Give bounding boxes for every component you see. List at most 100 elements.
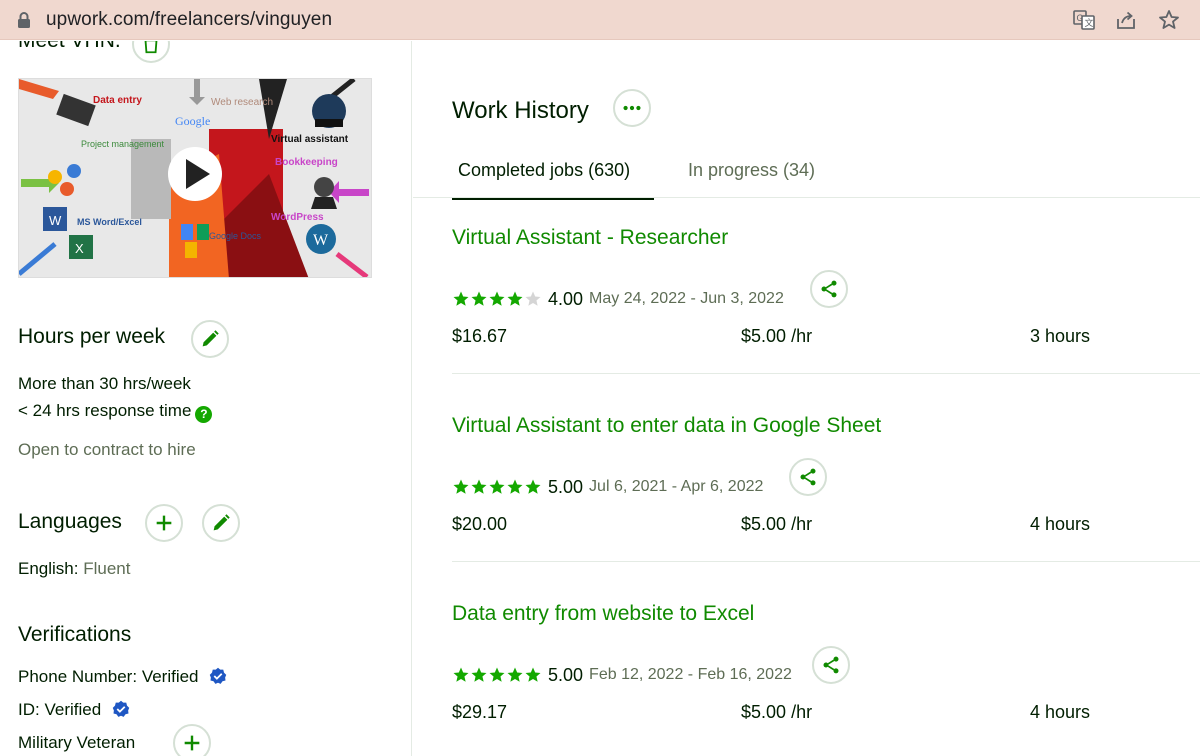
star-icon — [453, 291, 469, 306]
profile-sidebar: Meet VHN. W W — [0, 41, 412, 756]
job-title-link[interactable]: Data entry from website to Excel — [452, 602, 754, 626]
hours-section-title: Hours per week — [18, 325, 166, 348]
star-icon — [489, 291, 505, 306]
job-divider — [452, 561, 1200, 562]
job-title-link[interactable]: Virtual Assistant to enter data in Googl… — [452, 414, 881, 438]
id-verification-row: ID: Verified — [18, 700, 130, 720]
job-rate-unit: /hr — [791, 326, 813, 346]
url-text[interactable]: upwork.com/freelancers/vinguyen — [46, 9, 332, 31]
job-meta: 4.00 May 24, 2022 - Jun 3, 2022 — [452, 288, 784, 310]
video-label-google: Google — [175, 114, 210, 128]
edit-pencil-icon — [202, 330, 219, 347]
video-label-virtual-assistant: Virtual assistant — [271, 134, 349, 145]
star-icon — [471, 291, 487, 306]
job-earned: $29.17 — [452, 702, 508, 722]
job-rating-value: 5.00 — [548, 476, 584, 497]
star-icon — [453, 479, 469, 494]
job-meta: 5.00 Jul 6, 2021 - Apr 6, 2022 — [452, 476, 763, 498]
svg-text:文: 文 — [1085, 17, 1094, 28]
tab-completed-jobs[interactable]: Completed jobs (630) — [458, 160, 630, 181]
intro-video-thumbnail[interactable]: W W X Data entry Web research Google Pro… — [18, 78, 372, 278]
edit-languages-button[interactable] — [202, 504, 240, 542]
video-illustration: W W X Data entry Web research Google Pro… — [19, 79, 371, 277]
languages-section-title: Languages — [18, 510, 122, 533]
language-level: Fluent — [83, 559, 131, 578]
svg-text:W: W — [313, 232, 329, 249]
star-icon — [507, 479, 523, 494]
help-icon[interactable]: ? — [195, 406, 213, 423]
job-rate-amount: $5.00 — [741, 702, 787, 722]
response-time-row: < 24 hrs response time? — [18, 401, 213, 423]
id-value: Verified — [44, 700, 102, 719]
phone-label: Phone Number: — [18, 667, 138, 686]
job-dates: May 24, 2022 - Jun 3, 2022 — [589, 290, 784, 307]
video-label-wordpress: WordPress — [271, 212, 324, 223]
svg-text:W: W — [49, 213, 62, 228]
lock-icon — [18, 12, 30, 28]
star-icon — [489, 479, 505, 494]
job-rate-unit: /hr — [791, 514, 813, 534]
job-hours: 4 hours — [1030, 514, 1091, 534]
video-label-web-research: Web research — [211, 97, 273, 108]
star-icon — [507, 667, 523, 682]
language-name: English: — [18, 559, 79, 578]
bookmark-star-icon[interactable] — [1157, 8, 1181, 32]
video-label-project-management: Project management — [81, 139, 165, 149]
work-history-more-button[interactable] — [613, 89, 651, 127]
availability-text: More than 30 hrs/week — [18, 374, 191, 393]
star-icon — [453, 667, 469, 682]
star-icon — [525, 291, 541, 306]
share-page-icon[interactable] — [1114, 8, 1138, 32]
job-meta: 5.00 Feb 12, 2022 - Feb 16, 2022 — [452, 664, 792, 686]
phone-verification-row: Phone Number: Verified — [18, 667, 227, 687]
job-share-button[interactable] — [810, 270, 848, 308]
job-share-button[interactable] — [789, 458, 827, 496]
video-label-data-entry: Data entry — [93, 95, 142, 106]
more-options-icon — [623, 105, 641, 111]
job-rate-amount: $5.00 — [741, 514, 787, 534]
video-label-google-docs: Google Docs — [209, 231, 262, 241]
video-section-title: Meet VHN. — [18, 41, 121, 53]
edit-hours-button[interactable] — [191, 320, 229, 358]
star-icon — [525, 479, 541, 494]
share-icon — [821, 280, 837, 298]
phone-value: Verified — [141, 667, 199, 686]
tab-in-progress[interactable]: In progress (34) — [688, 160, 815, 181]
plus-icon — [184, 735, 200, 751]
job-rate-unit: /hr — [791, 702, 813, 722]
translate-icon[interactable]: G 文 — [1072, 8, 1096, 32]
job-rating-stars — [452, 666, 542, 684]
job-hours: 3 hours — [1030, 326, 1091, 346]
add-language-button[interactable] — [145, 504, 183, 542]
star-icon — [507, 291, 523, 306]
job-divider — [452, 373, 1200, 374]
job-earned: $20.00 — [452, 514, 508, 534]
job-rating-value: 4.00 — [548, 288, 584, 309]
job-earned: $16.67 — [452, 326, 508, 346]
video-label-ms-word-excel: MS Word/Excel — [77, 217, 142, 227]
star-icon — [489, 667, 505, 682]
verified-badge-icon — [112, 700, 130, 717]
job-dates: Jul 6, 2021 - Apr 6, 2022 — [589, 478, 764, 495]
browser-address-bar: upwork.com/freelancers/vinguyen G 文 — [0, 0, 1200, 40]
job-rate: $5.00 /hr — [741, 514, 812, 535]
star-icon — [471, 479, 487, 494]
job-rate-amount: $5.00 — [741, 326, 787, 346]
military-veteran-text: Military Veteran — [18, 733, 136, 752]
verifications-section-title: Verifications — [18, 623, 132, 646]
job-title-link[interactable]: Virtual Assistant - Researcher — [452, 226, 728, 250]
job-dates: Feb 12, 2022 - Feb 16, 2022 — [589, 666, 792, 683]
trash-icon — [144, 41, 158, 54]
plus-icon — [156, 515, 172, 531]
job-rate: $5.00 /hr — [741, 326, 812, 347]
work-history-title: Work History — [452, 97, 589, 124]
job-rating-stars — [452, 290, 542, 308]
tabs-divider — [413, 197, 1200, 198]
delete-video-button[interactable] — [132, 41, 170, 63]
job-hours: 4 hours — [1030, 702, 1091, 722]
star-icon — [471, 667, 487, 682]
video-label-bookkeeping: Bookkeeping — [275, 157, 338, 168]
job-share-button[interactable] — [812, 646, 850, 684]
svg-text:X: X — [75, 241, 84, 256]
add-military-button[interactable] — [173, 724, 211, 756]
